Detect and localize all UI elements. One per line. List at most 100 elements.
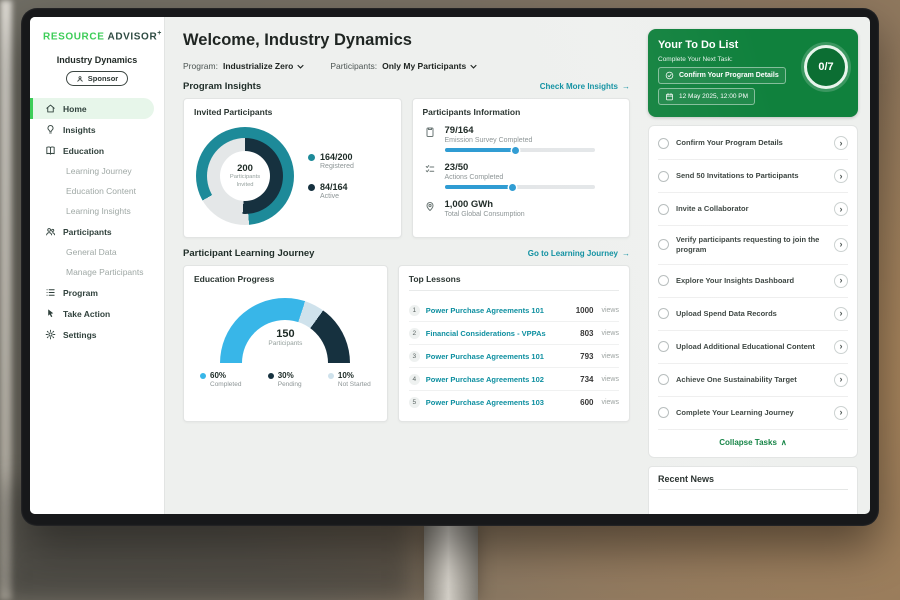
- education-legend: 60% Completed 30% Pending 10% Not Starte…: [194, 363, 377, 388]
- stat-label: Actions Completed: [445, 174, 595, 181]
- chevron-glyph: ›: [840, 276, 843, 285]
- checkbox-icon[interactable]: [658, 171, 669, 182]
- legend-dot: [308, 154, 315, 161]
- task-row[interactable]: Verify participants requesting to join t…: [658, 226, 848, 265]
- sidebar-item-settings[interactable]: Settings: [30, 324, 164, 345]
- sidebar-item-education-content[interactable]: Education Content: [30, 181, 164, 201]
- progress-fill: [445, 185, 514, 189]
- sidebar-item-program[interactable]: Program: [30, 282, 164, 303]
- legend-completed: 60% Completed: [200, 371, 241, 388]
- legend-pct: 10%: [338, 371, 354, 380]
- checkbox-icon[interactable]: [658, 275, 669, 286]
- checkbox-icon[interactable]: [658, 239, 669, 250]
- stat-actions-completed: 23/50 Actions Completed: [423, 162, 620, 189]
- chevron-right-icon[interactable]: ›: [834, 274, 848, 288]
- sidebar-item-label: Settings: [63, 330, 97, 340]
- checkbox-icon[interactable]: [658, 308, 669, 319]
- invited-participants-card: Invited Participants 200 Participants In…: [183, 98, 402, 238]
- lesson-views: 1000: [576, 306, 594, 315]
- legend-dot: [268, 373, 274, 379]
- sidebar-item-learning-journey[interactable]: Learning Journey: [30, 161, 164, 181]
- program-filter-label: Program:: [183, 61, 218, 71]
- sidebar-item-manage-participants[interactable]: Manage Participants: [30, 262, 164, 282]
- task-label: Upload Spend Data Records: [676, 309, 827, 319]
- sidebar-item-insights[interactable]: Insights: [30, 119, 164, 140]
- checkbox-icon[interactable]: [658, 374, 669, 385]
- invited-donut-chart: 200 Participants Invited 164/200 Registe: [194, 125, 391, 229]
- chevron-right-icon[interactable]: ›: [834, 169, 848, 183]
- chevron-glyph: ›: [840, 309, 843, 318]
- task-row[interactable]: Invite a Collaborator ›: [658, 193, 848, 226]
- chevron-right-icon[interactable]: ›: [834, 340, 848, 354]
- arrow-right-icon: →: [622, 249, 630, 258]
- sidebar-item-learning-insights[interactable]: Learning Insights: [30, 201, 164, 221]
- program-filter-dropdown[interactable]: Industrialize Zero: [223, 61, 304, 71]
- todo-progress-count: 0/7: [818, 61, 833, 73]
- sidebar-item-participants[interactable]: Participants: [30, 221, 164, 242]
- chevron-glyph: ›: [840, 240, 843, 249]
- app-screen: RESOURCE ADVISOR+ Industry Dynamics Spon…: [30, 17, 870, 514]
- legend-dot: [200, 373, 206, 379]
- task-row[interactable]: Upload Additional Educational Content ›: [658, 331, 848, 364]
- task-row[interactable]: Upload Spend Data Records ›: [658, 298, 848, 331]
- learning-journey-cards: Education Progress 150 Participants 60: [183, 265, 630, 422]
- sidebar-item-label: Manage Participants: [66, 267, 144, 277]
- program-insights-cards: Invited Participants 200 Participants In…: [183, 98, 630, 238]
- participants-filter-dropdown[interactable]: Only My Participants: [382, 61, 477, 71]
- chevron-right-icon[interactable]: ›: [834, 307, 848, 321]
- lesson-link[interactable]: Power Purchase Agreements 102: [426, 375, 574, 384]
- chevron-right-icon[interactable]: ›: [834, 136, 848, 150]
- lesson-row: 1 Power Purchase Agreements 101 1000view…: [409, 299, 619, 322]
- checkbox-icon[interactable]: [658, 204, 669, 215]
- sidebar-item-label: Home: [63, 104, 87, 114]
- lesson-views: 600: [580, 398, 593, 407]
- checkbox-icon[interactable]: [658, 138, 669, 149]
- todo-next-task-label: Confirm Your Program Details: [679, 72, 779, 79]
- donut-center-value: 200: [237, 163, 253, 174]
- todo-panel: Your To Do List Complete Your Next Task:…: [646, 17, 870, 514]
- todo-tasks-card: Confirm Your Program Details › Send 50 I…: [648, 125, 858, 458]
- task-row[interactable]: Confirm Your Program Details ›: [658, 127, 848, 160]
- task-row[interactable]: Send 50 Invitations to Participants ›: [658, 160, 848, 193]
- todo-next-task[interactable]: Confirm Your Program Details: [658, 67, 786, 84]
- task-label: Invite a Collaborator: [676, 204, 827, 214]
- task-label: Complete Your Learning Journey: [676, 408, 827, 418]
- task-row[interactable]: Achieve One Sustainability Target ›: [658, 364, 848, 397]
- chevron-glyph: ›: [840, 408, 843, 417]
- stat-value: 1,000 GWh: [445, 199, 525, 210]
- sidebar-item-education[interactable]: Education: [30, 140, 164, 161]
- chevron-right-icon[interactable]: ›: [834, 202, 848, 216]
- chevron-right-icon[interactable]: ›: [834, 406, 848, 420]
- legend-label: Pending: [278, 381, 302, 388]
- checkbox-icon[interactable]: [658, 341, 669, 352]
- lesson-link[interactable]: Power Purchase Agreements 101: [426, 306, 570, 315]
- checkbox-icon[interactable]: [658, 407, 669, 418]
- go-to-learning-journey-link[interactable]: Go to Learning Journey →: [528, 249, 630, 258]
- task-label: Explore Your Insights Dashboard: [676, 276, 827, 286]
- lesson-link[interactable]: Power Purchase Agreements 101: [426, 352, 574, 361]
- task-label: Confirm Your Program Details: [676, 138, 827, 148]
- collapse-tasks-link[interactable]: Collapse Tasks ∧: [658, 430, 848, 456]
- check-more-insights-link[interactable]: Check More Insights →: [540, 82, 630, 91]
- task-row[interactable]: Complete Your Learning Journey ›: [658, 397, 848, 430]
- card-title: Participants Information: [423, 107, 620, 117]
- sidebar-nav: Home Insights Education Learning Journey: [30, 98, 164, 345]
- sidebar-item-general-data[interactable]: General Data: [30, 242, 164, 262]
- arrow-right-icon: →: [622, 82, 630, 91]
- invited-legend: 164/200 Registered 84/164 Active: [308, 152, 354, 200]
- gauge-center-label: Participants: [220, 340, 350, 347]
- task-row[interactable]: Explore Your Insights Dashboard ›: [658, 265, 848, 298]
- chevron-right-icon[interactable]: ›: [834, 373, 848, 387]
- sidebar-item-take-action[interactable]: Take Action: [30, 303, 164, 324]
- chevron-right-icon[interactable]: ›: [834, 238, 848, 252]
- app-logo: RESOURCE ADVISOR+: [30, 17, 164, 42]
- sponsor-badge[interactable]: Sponsor: [66, 71, 128, 86]
- lesson-link[interactable]: Power Purchase Agreements 103: [426, 398, 574, 407]
- sidebar-item-label: Participants: [63, 227, 112, 237]
- lesson-link[interactable]: Financial Considerations - VPPAs: [426, 329, 574, 338]
- chevron-down-icon: [470, 64, 477, 69]
- gauge-center-value: 150: [220, 328, 350, 340]
- card-title: Education Progress: [194, 274, 377, 284]
- monitor-bezel: RESOURCE ADVISOR+ Industry Dynamics Spon…: [21, 8, 879, 526]
- sidebar-item-home[interactable]: Home: [30, 98, 154, 119]
